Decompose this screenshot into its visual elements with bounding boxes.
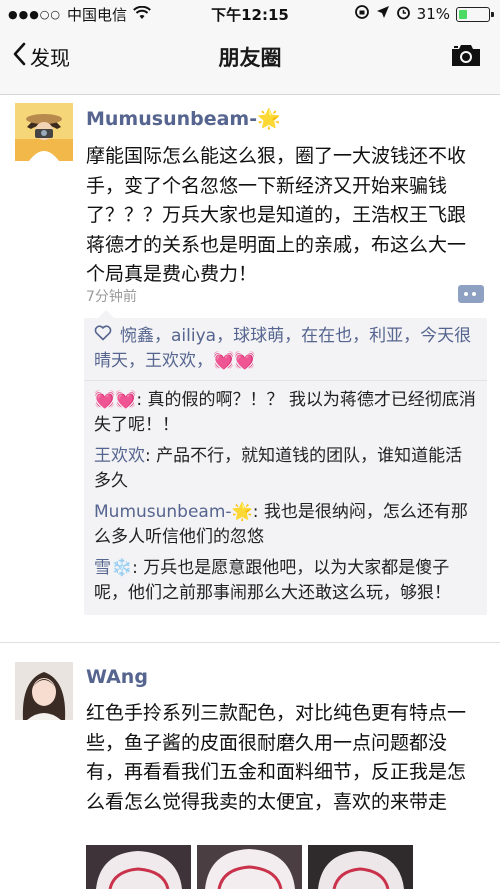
post-photo[interactable] — [308, 845, 413, 889]
comment-text: : 产品不行，就知道钱的团队，谁知道能活多久 — [94, 446, 463, 491]
comment-author[interactable]: 雪❄️ — [94, 558, 132, 578]
comment-item[interactable]: Mumusunbeam-🌟: 我也是很纳闷，怎么还有那么多人听信他们的忽悠 — [84, 497, 487, 553]
camera-button[interactable] — [450, 42, 482, 72]
battery-percent: 31% — [416, 5, 450, 23]
post-time: 7分钟前 — [86, 289, 137, 305]
likes-row: 惋鑫，ailiya，球球萌，在在也，利亚，今天很晴天，王欢欢，💓💓 — [84, 318, 487, 381]
comment-author[interactable]: 💓💓 — [94, 390, 136, 410]
top-bar: ●●●○○ 中国电信 下午12:15 31% 发现 朋友圈 — [0, 0, 500, 95]
comment-author[interactable]: Mumusunbeam-🌟 — [94, 502, 253, 522]
battery-icon — [456, 6, 494, 22]
post-text: 摩能国际怎么能这么狠，圈了一大波钱还不收手，变了个名忽悠一下新经济又开始来骗钱了… — [86, 145, 467, 285]
avatar[interactable] — [15, 662, 73, 720]
comments-panel: 惋鑫，ailiya，球球萌，在在也，利亚，今天很晴天，王欢欢，💓💓 💓💓: 真的… — [84, 310, 487, 615]
post-actions-button[interactable] — [458, 285, 484, 303]
post-author[interactable]: Mumusunbeam-🌟 — [86, 107, 281, 130]
avatar[interactable] — [15, 103, 73, 161]
heart-icon — [94, 324, 112, 349]
status-bar: ●●●○○ 中国电信 下午12:15 31% — [0, 0, 500, 26]
camera-icon — [452, 45, 480, 66]
likes-list[interactable]: 惋鑫，ailiya，球球萌，在在也，利亚，今天很晴天，王欢欢，💓💓 — [94, 326, 471, 371]
rotation-lock-icon — [354, 4, 370, 24]
nav-bar: 发现 朋友圈 — [0, 30, 500, 88]
status-right: 31% — [354, 4, 494, 24]
comment-text: : 万兵也是愿意跟他吧，以为大家都是傻子呢，他们之前那事闹那么大还敢这么玩，够狠… — [94, 558, 451, 603]
post-text: 红色手拎系列三款配色，对比纯色更有特点一些，鱼子酱的皮面很耐磨久用一点问题都没有… — [86, 702, 467, 813]
comment-list: 💓💓: 真的假的啊？！？ 我以为蒋德才已经彻底消失了呢！！ 王欢欢: 产品不行，… — [84, 381, 487, 615]
battery-level — [459, 9, 467, 19]
comment-author[interactable]: 王欢欢 — [94, 446, 145, 466]
post-photo[interactable] — [86, 845, 191, 889]
location-icon — [376, 5, 390, 23]
alarm-icon — [396, 5, 411, 24]
comment-text: : 真的假的啊？！？ 我以为蒋德才已经彻底消失了呢！！ — [94, 390, 476, 435]
comment-item[interactable]: 💓💓: 真的假的啊？！？ 我以为蒋德才已经彻底消失了呢！！ — [84, 385, 487, 441]
post-photo[interactable] — [197, 845, 302, 889]
comment-item[interactable]: 雪❄️: 万兵也是愿意跟他吧，以为大家都是傻子呢，他们之前那事闹那么大还敢这么玩… — [84, 553, 487, 609]
post-author[interactable]: WAng — [86, 666, 148, 688]
post-divider — [0, 642, 500, 643]
page-title: 朋友圈 — [218, 46, 282, 70]
comment-item[interactable]: 王欢欢: 产品不行，就知道钱的团队，谁知道能活多久 — [84, 441, 487, 497]
